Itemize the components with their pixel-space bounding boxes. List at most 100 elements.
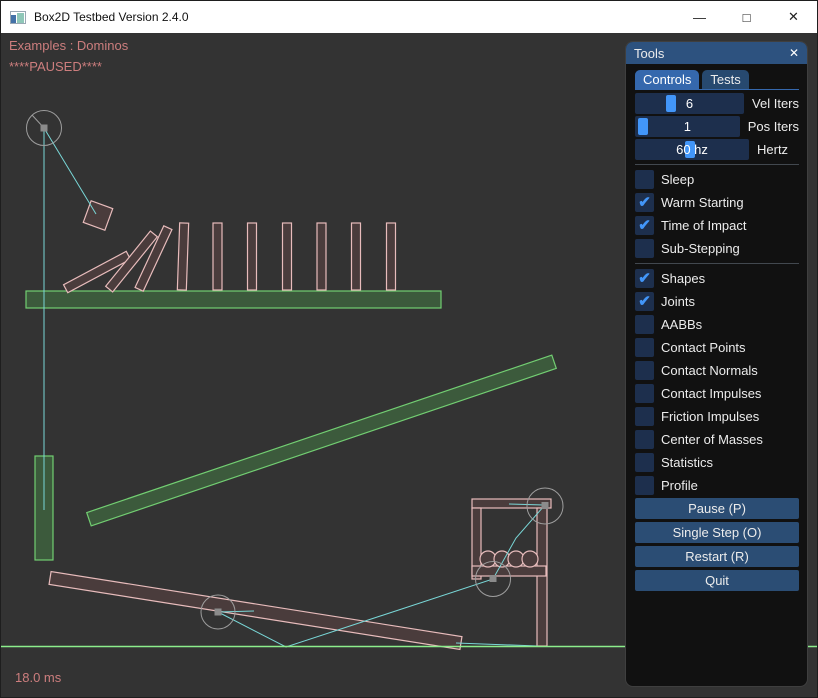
slider-row-pos-iters: 1 Pos Iters [635, 116, 799, 137]
domino [248, 223, 257, 290]
checkbox-time-of-impact[interactable]: ✔ Time of Impact [635, 215, 799, 236]
checkbox-label: Contact Points [661, 340, 746, 355]
checkbox-contact-points[interactable]: Contact Points [635, 337, 799, 358]
checkbox-friction-impulses[interactable]: Friction Impulses [635, 406, 799, 427]
tab-bar: ControlsTests [635, 70, 799, 90]
checkbox-label: Time of Impact [661, 218, 746, 233]
close-icon[interactable]: ✕ [770, 1, 817, 33]
checkbox-label: Center of Masses [661, 432, 763, 447]
joint-line [456, 643, 538, 646]
button-quit[interactable]: Quit [635, 570, 799, 591]
button-pause-p[interactable]: Pause (P) [635, 498, 799, 519]
button-restart-r[interactable]: Restart (R) [635, 546, 799, 567]
checkbox-box[interactable] [635, 338, 654, 357]
slider-label: Vel Iters [752, 96, 799, 111]
domino [213, 223, 222, 290]
button-single-step-o[interactable]: Single Step (O) [635, 522, 799, 543]
checkbox-box[interactable] [635, 170, 654, 189]
joint-anchor [41, 125, 48, 132]
window-titlebar: Box2D Testbed Version 2.4.0 — □ ✕ [1, 1, 817, 33]
checkbox-box[interactable] [635, 239, 654, 258]
slider-vel-iters[interactable]: 6 [635, 93, 744, 114]
slider-label: Pos Iters [748, 119, 799, 134]
checkbox-sub-stepping[interactable]: Sub-Stepping [635, 238, 799, 259]
separator [635, 164, 799, 165]
tools-panel-title: Tools [634, 46, 664, 61]
window-controls: — □ ✕ [676, 1, 817, 33]
slider-row-hertz: 60 hzHertz [635, 139, 799, 160]
checkbox-label: AABBs [661, 317, 702, 332]
checkbox-statistics[interactable]: Statistics [635, 452, 799, 473]
checkbox-sleep[interactable]: Sleep [635, 169, 799, 190]
pendulum-bob [83, 201, 112, 230]
domino [177, 223, 188, 290]
checkbox-contact-impulses[interactable]: Contact Impulses [635, 383, 799, 404]
checkbox-section: Sleep ✔ Warm Starting ✔ Time of Impact Sub-St… [635, 164, 799, 496]
tab-tests[interactable]: Tests [702, 70, 748, 89]
checkbox-box[interactable]: ✔ [635, 292, 654, 311]
tab-controls[interactable]: Controls [635, 70, 699, 89]
slider-hertz[interactable]: 60 hz [635, 139, 749, 160]
domino-shelf [26, 291, 441, 308]
checkbox-label: Contact Normals [661, 363, 758, 378]
checkmark-icon: ✔ [638, 195, 651, 210]
separator [635, 263, 799, 264]
checkbox-box[interactable] [635, 315, 654, 334]
domino [317, 223, 326, 290]
joint-anchor [490, 575, 497, 582]
domino [283, 223, 292, 290]
checkbox-box[interactable] [635, 407, 654, 426]
tools-panel-titlebar[interactable]: Tools ✕ [626, 42, 807, 64]
example-label: Examples : Dominos [9, 38, 128, 53]
frame-top-bar [472, 499, 551, 508]
slider-value: 60 hz [635, 139, 749, 160]
simulation-canvas[interactable]: Examples : Dominos ****PAUSED**** 18.0 m… [1, 33, 818, 698]
checkbox-label: Sub-Stepping [661, 241, 740, 256]
slider-row-vel-iters: 6 Vel Iters [635, 93, 799, 114]
panel-close-icon[interactable]: ✕ [789, 46, 799, 60]
frame-right-post [537, 508, 547, 646]
joint-anchor [215, 609, 222, 616]
checkbox-center-of-masses[interactable]: Center of Masses [635, 429, 799, 450]
checkbox-box[interactable]: ✔ [635, 193, 654, 212]
checkbox-warm-starting[interactable]: ✔ Warm Starting [635, 192, 799, 213]
checkbox-label: Statistics [661, 455, 713, 470]
joint-anchor [542, 502, 549, 509]
checkbox-box[interactable]: ✔ [635, 216, 654, 235]
slider-value: 1 [635, 116, 740, 137]
checkbox-shapes[interactable]: ✔ Shapes [635, 268, 799, 289]
checkbox-joints[interactable]: ✔Joints [635, 291, 799, 312]
window-title: Box2D Testbed Version 2.4.0 [34, 10, 189, 24]
checkbox-contact-normals[interactable]: Contact Normals [635, 360, 799, 381]
app-window: Box2D Testbed Version 2.4.0 — □ ✕ [0, 0, 818, 698]
checkmark-icon: ✔ [638, 218, 651, 233]
checkbox-label: Shapes [661, 271, 705, 286]
checkbox-box[interactable] [635, 430, 654, 449]
checkbox-label: Warm Starting [661, 195, 744, 210]
domino [352, 223, 361, 290]
checkbox-box[interactable] [635, 453, 654, 472]
checkbox-box[interactable] [635, 361, 654, 380]
checkbox-label: Contact Impulses [661, 386, 761, 401]
checkbox-label: Friction Impulses [661, 409, 759, 424]
checkbox-box[interactable]: ✔ [635, 269, 654, 288]
domino [387, 223, 396, 290]
checkbox-label: Sleep [661, 172, 694, 187]
tools-panel-body: ControlsTests 6 Vel Iters 1 Pos Iters 60 hzH… [626, 64, 807, 591]
minimize-icon[interactable]: — [676, 1, 723, 33]
app-icon [10, 11, 26, 24]
checkbox-box[interactable] [635, 476, 654, 495]
slider-section: 6 Vel Iters 1 Pos Iters 60 hzHertz [635, 93, 799, 160]
frame-time-label: 18.0 ms [15, 670, 61, 685]
button-section: Pause (P) Single Step (O) Restart (R) Quit [635, 498, 799, 591]
slider-pos-iters[interactable]: 1 [635, 116, 740, 137]
checkbox-aabbs[interactable]: AABBs [635, 314, 799, 335]
checkmark-icon: ✔ [638, 294, 651, 309]
slider-value: 6 [635, 93, 744, 114]
paused-label: ****PAUSED**** [9, 59, 102, 74]
joint-line [44, 128, 96, 214]
checkbox-profile[interactable]: Profile [635, 475, 799, 496]
checkbox-box[interactable] [635, 384, 654, 403]
tools-panel: Tools ✕ ControlsTests 6 Vel Iters 1 Pos Ite… [625, 41, 808, 687]
maximize-icon[interactable]: □ [723, 1, 770, 33]
